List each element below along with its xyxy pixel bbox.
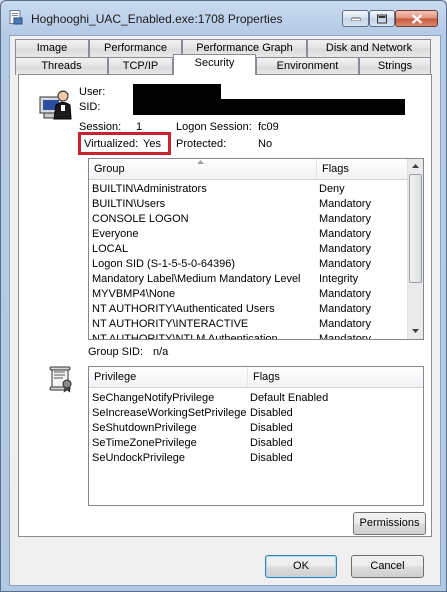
group-row[interactable]: Mandatory Label\Medium Mandatory Level In… — [89, 272, 408, 287]
minimize-icon — [351, 17, 360, 21]
title-bar[interactable]: Hoghooghi_UAC_Enabled.exe:1708 Propertie… — [1, 1, 446, 35]
dialog-client-area: Image Performance Performance Graph Disk… — [9, 35, 441, 586]
minimize-button[interactable] — [342, 10, 369, 27]
group-row[interactable]: CONSOLE LOGON Mandatory — [89, 212, 408, 227]
group-flags-cell: Mandatory — [319, 303, 371, 315]
window-title: Hoghooghi_UAC_Enabled.exe:1708 Propertie… — [31, 12, 283, 26]
privilege-name-cell: SeUndockPrivilege — [92, 452, 185, 464]
privilege-flags-cell: Disabled — [250, 437, 293, 449]
privilege-row[interactable]: SeTimeZonePrivilege Disabled — [89, 436, 423, 451]
app-exe-icon — [9, 10, 23, 25]
group-flags-cell: Mandatory — [319, 213, 371, 225]
group-row[interactable]: BUILTIN\Administrators Deny — [89, 182, 408, 197]
tab-environment[interactable]: Environment — [256, 57, 359, 75]
privilege-name-cell: SeIncreaseWorkingSetPrivilege — [92, 407, 246, 419]
protected-label: Protected: — [176, 138, 227, 150]
group-sid-value: n/a — [153, 346, 169, 358]
sid-value-redaction — [133, 99, 405, 115]
user-label: User: — [79, 86, 106, 98]
virtualized-value: Yes — [143, 138, 161, 150]
security-tab-panel: User: SID: Session: 1 Logon Session: fc0… — [18, 74, 432, 537]
privilege-row[interactable]: SeIncreaseWorkingSetPrivilege Disabled — [89, 406, 423, 421]
group-name-cell: NT AUTHORITY\Authenticated Users — [92, 303, 275, 315]
tab-performance[interactable]: Performance — [89, 39, 182, 57]
privilege-row[interactable]: SeUndockPrivilege Disabled — [89, 451, 423, 466]
logon-session-value: fc09 — [258, 121, 279, 133]
user-value-redaction — [133, 84, 221, 100]
privilege-name-cell: SeTimeZonePrivilege — [92, 437, 197, 449]
privilege-flags-cell: Default Enabled — [250, 392, 329, 404]
group-row[interactable]: Logon SID (S-1-5-5-0-64396) Mandatory — [89, 257, 408, 272]
user-computer-icon — [39, 90, 72, 120]
group-name-cell: CONSOLE LOGON — [92, 213, 189, 225]
group-name-cell: MYVBMP4\None — [92, 288, 176, 300]
tab-disk-and-network[interactable]: Disk and Network — [307, 39, 431, 57]
scroll-up-icon[interactable] — [412, 164, 419, 168]
privileges-list-header: Privilege Flags — [89, 367, 423, 388]
groups-list[interactable]: Group Flags BUILTIN\Administrators Deny BU… — [88, 158, 424, 340]
privilege-flags-cell: Disabled — [250, 422, 293, 434]
group-sid-label: Group SID: — [88, 346, 144, 358]
sid-label: SID: — [79, 101, 101, 113]
tab-strings[interactable]: Strings — [359, 57, 431, 75]
group-name-cell: Everyone — [92, 228, 139, 240]
group-row[interactable]: BUILTIN\Users Mandatory — [89, 197, 408, 212]
group-row[interactable]: MYVBMP4\None Mandatory — [89, 287, 408, 302]
groups-list-scrollbar[interactable] — [407, 159, 423, 339]
privilege-flags-cell: Disabled — [250, 452, 293, 464]
tab-image[interactable]: Image — [15, 39, 89, 57]
group-flags-cell: Mandatory — [319, 318, 371, 330]
ok-button[interactable]: OK — [265, 555, 337, 578]
group-name-cell: BUILTIN\Administrators — [92, 183, 207, 195]
group-flags-cell: Mandatory — [319, 243, 371, 255]
privilege-flags-cell: Disabled — [250, 407, 293, 419]
group-flags-cell: Deny — [319, 183, 345, 195]
group-name-cell: NT AUTHORITY\NTLM Authentication — [92, 333, 278, 340]
group-name-cell: LOCAL — [92, 243, 129, 255]
group-name-cell: NT AUTHORITY\INTERACTIVE — [92, 318, 249, 330]
group-flags-cell: Mandatory — [319, 228, 371, 240]
privilege-row[interactable]: SeChangeNotifyPrivilege Default Enabled — [89, 391, 423, 406]
sort-ascending-icon — [197, 160, 204, 164]
logon-session-label: Logon Session: — [176, 121, 252, 133]
group-row[interactable]: NT AUTHORITY\Authenticated Users Mandator… — [89, 302, 408, 317]
close-button[interactable] — [395, 10, 438, 27]
groups-scrollbar-thumb[interactable] — [409, 174, 422, 283]
scroll-down-icon[interactable] — [412, 329, 419, 333]
group-row[interactable]: NT AUTHORITY\INTERACTIVE Mandatory — [89, 317, 408, 332]
tab-threads[interactable]: Threads — [15, 57, 108, 75]
protected-value: No — [258, 138, 273, 150]
privilege-name-cell: SeChangeNotifyPrivilege — [92, 392, 215, 404]
tab-tcpip[interactable]: TCP/IP — [108, 57, 173, 75]
cancel-button[interactable]: Cancel — [351, 555, 424, 578]
maximize-button[interactable] — [369, 10, 395, 27]
group-flags-cell: Integrity — [319, 273, 359, 285]
virtualized-label: Virtualized: — [84, 138, 139, 150]
groups-list-header: Group Flags — [89, 159, 408, 180]
group-row[interactable]: LOCAL Mandatory — [89, 242, 408, 257]
group-name-cell: BUILTIN\Users — [92, 198, 166, 210]
group-name-cell: Logon SID (S-1-5-5-0-64396) — [92, 258, 236, 270]
group-row[interactable]: NT AUTHORITY\NTLM Authentication Mandator… — [89, 332, 408, 340]
group-flags-cell: Mandatory — [319, 288, 371, 300]
maximize-icon — [377, 14, 387, 23]
close-icon — [411, 13, 422, 24]
tab-security[interactable]: Security — [173, 54, 256, 75]
permissions-button[interactable]: Permissions — [353, 512, 426, 535]
group-column-header-label: Group — [94, 163, 125, 175]
privilege-scroll-icon — [49, 366, 72, 393]
group-column-header[interactable]: Group — [89, 159, 317, 179]
privilege-row[interactable]: SeShutdownPrivilege Disabled — [89, 421, 423, 436]
group-flags-cell: Mandatory — [319, 258, 371, 270]
group-flags-cell: Mandatory — [319, 333, 371, 340]
group-name-cell: Mandatory Label\Medium Mandatory Level — [92, 273, 301, 285]
privilege-column-header[interactable]: Privilege — [89, 367, 248, 387]
privilege-name-cell: SeShutdownPrivilege — [92, 422, 197, 434]
privilege-flags-column-header[interactable]: Flags — [248, 367, 423, 387]
privileges-list[interactable]: Privilege Flags SeChangeNotifyPrivilege D… — [88, 366, 424, 506]
group-flags-cell: Mandatory — [319, 198, 371, 210]
group-row[interactable]: Everyone Mandatory — [89, 227, 408, 242]
properties-window: Hoghooghi_UAC_Enabled.exe:1708 Propertie… — [0, 0, 447, 592]
flags-column-header[interactable]: Flags — [317, 159, 408, 179]
